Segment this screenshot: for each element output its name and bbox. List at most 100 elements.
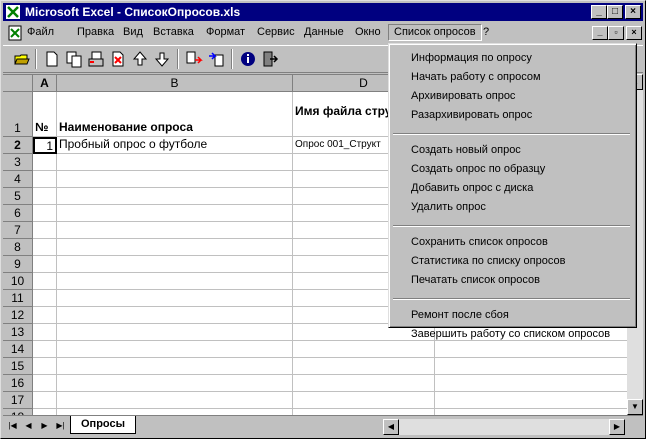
- menu-item[interactable]: Создать опрос по образцу: [411, 163, 545, 175]
- sheet-tab-surveys[interactable]: Опросы: [70, 416, 137, 434]
- excel-icon[interactable]: [5, 4, 21, 20]
- select-all-corner[interactable]: [3, 75, 33, 92]
- header-cell-number[interactable]: №: [33, 92, 57, 137]
- first-sheet-icon[interactable]: |◀: [5, 419, 20, 433]
- cell[interactable]: [33, 392, 57, 409]
- row-header[interactable]: 13: [3, 324, 33, 341]
- row-header[interactable]: 9: [3, 256, 33, 273]
- header-cell-name[interactable]: Наименование опроса: [57, 92, 293, 137]
- row-header[interactable]: 1: [3, 92, 33, 137]
- row-header[interactable]: 14: [3, 341, 33, 358]
- menu-insert[interactable]: Вставка: [153, 26, 194, 38]
- cell[interactable]: [57, 324, 293, 341]
- row-header[interactable]: 7: [3, 222, 33, 239]
- cell[interactable]: [57, 154, 293, 171]
- cell[interactable]: [33, 222, 57, 239]
- cell[interactable]: [57, 341, 293, 358]
- doc-minimize-button[interactable]: _: [592, 26, 608, 40]
- cell[interactable]: [57, 307, 293, 324]
- menu-item[interactable]: Ремонт после сбоя: [411, 309, 509, 321]
- cell[interactable]: [33, 256, 57, 273]
- doc-close-button[interactable]: ×: [626, 26, 642, 40]
- menu-view[interactable]: Вид: [123, 26, 143, 38]
- cell[interactable]: [33, 205, 57, 222]
- cell[interactable]: [57, 273, 293, 290]
- menu-item[interactable]: Завершить работу со списком опросов: [411, 328, 610, 340]
- cell[interactable]: [33, 188, 57, 205]
- menu-item[interactable]: Информация по опросу: [411, 52, 532, 64]
- cell[interactable]: [57, 205, 293, 222]
- table-cell[interactable]: 1: [33, 137, 57, 154]
- menu-item[interactable]: Печатать список опросов: [411, 274, 540, 286]
- menu-item[interactable]: Сохранить список опросов: [411, 236, 548, 248]
- menu-file[interactable]: Файл: [27, 26, 54, 38]
- info-icon[interactable]: [239, 50, 257, 68]
- prev-sheet-icon[interactable]: ◀: [21, 419, 36, 433]
- cell[interactable]: [57, 290, 293, 307]
- cell[interactable]: [57, 171, 293, 188]
- print-icon[interactable]: [87, 50, 105, 68]
- menu-item[interactable]: Создать новый опрос: [411, 144, 521, 156]
- cell[interactable]: [33, 171, 57, 188]
- document-icon[interactable]: [7, 25, 23, 41]
- upload-icon[interactable]: [131, 50, 149, 68]
- cell[interactable]: [57, 375, 293, 392]
- menu-item[interactable]: Начать работу с опросом: [411, 71, 541, 83]
- cell[interactable]: [293, 375, 435, 392]
- menu-survey-list[interactable]: Список опросов: [388, 24, 482, 41]
- cell[interactable]: [57, 188, 293, 205]
- close-button[interactable]: ×: [625, 5, 641, 19]
- horizontal-scrollbar[interactable]: ◀ ▶: [383, 419, 625, 435]
- row-header[interactable]: 10: [3, 273, 33, 290]
- cell[interactable]: [33, 324, 57, 341]
- row-header[interactable]: 6: [3, 205, 33, 222]
- row-header[interactable]: 17: [3, 392, 33, 409]
- menu-item[interactable]: Разархивировать опрос: [411, 109, 532, 121]
- table-cell[interactable]: Пробный опрос о футболе: [57, 137, 293, 154]
- cell[interactable]: [57, 239, 293, 256]
- cell[interactable]: [57, 256, 293, 273]
- cell[interactable]: [57, 358, 293, 375]
- row-header[interactable]: 15: [3, 358, 33, 375]
- exit-icon[interactable]: [261, 50, 279, 68]
- cell[interactable]: [293, 341, 435, 358]
- cell[interactable]: [293, 358, 435, 375]
- row-header[interactable]: 8: [3, 239, 33, 256]
- column-header-a[interactable]: A: [33, 75, 57, 92]
- cell[interactable]: [57, 222, 293, 239]
- maximize-button[interactable]: □: [607, 5, 623, 19]
- cell[interactable]: [33, 375, 57, 392]
- cell[interactable]: [293, 392, 435, 409]
- copy-to-icon[interactable]: [185, 50, 203, 68]
- cell[interactable]: [435, 341, 627, 358]
- row-header[interactable]: 11: [3, 290, 33, 307]
- cell[interactable]: [33, 341, 57, 358]
- menu-item[interactable]: Добавить опрос с диска: [411, 182, 533, 194]
- menu-format[interactable]: Формат: [206, 26, 245, 38]
- cell[interactable]: [435, 375, 627, 392]
- menu-data[interactable]: Данные: [304, 26, 344, 38]
- cell[interactable]: [57, 392, 293, 409]
- minimize-button[interactable]: _: [591, 5, 607, 19]
- cell[interactable]: [33, 307, 57, 324]
- row-header[interactable]: 4: [3, 171, 33, 188]
- cell[interactable]: [33, 273, 57, 290]
- delete-icon[interactable]: [109, 50, 127, 68]
- menu-window[interactable]: Окно: [355, 26, 381, 38]
- new-icon[interactable]: [43, 50, 61, 68]
- download-icon[interactable]: [153, 50, 171, 68]
- doc-restore-button[interactable]: ▫: [608, 26, 624, 40]
- scroll-left-icon[interactable]: ◀: [383, 419, 399, 435]
- scroll-right-icon[interactable]: ▶: [609, 419, 625, 435]
- cell[interactable]: [33, 290, 57, 307]
- last-sheet-icon[interactable]: ▶|: [53, 419, 68, 433]
- scroll-down-icon[interactable]: ▼: [627, 399, 643, 415]
- menu-tools[interactable]: Сервис: [257, 26, 295, 38]
- row-header[interactable]: 5: [3, 188, 33, 205]
- row-header[interactable]: 12: [3, 307, 33, 324]
- next-sheet-icon[interactable]: ▶: [37, 419, 52, 433]
- column-header-b[interactable]: B: [57, 75, 293, 92]
- menu-help[interactable]: ?: [483, 26, 489, 38]
- cell[interactable]: [435, 392, 627, 409]
- menu-item[interactable]: Архивировать опрос: [411, 90, 515, 102]
